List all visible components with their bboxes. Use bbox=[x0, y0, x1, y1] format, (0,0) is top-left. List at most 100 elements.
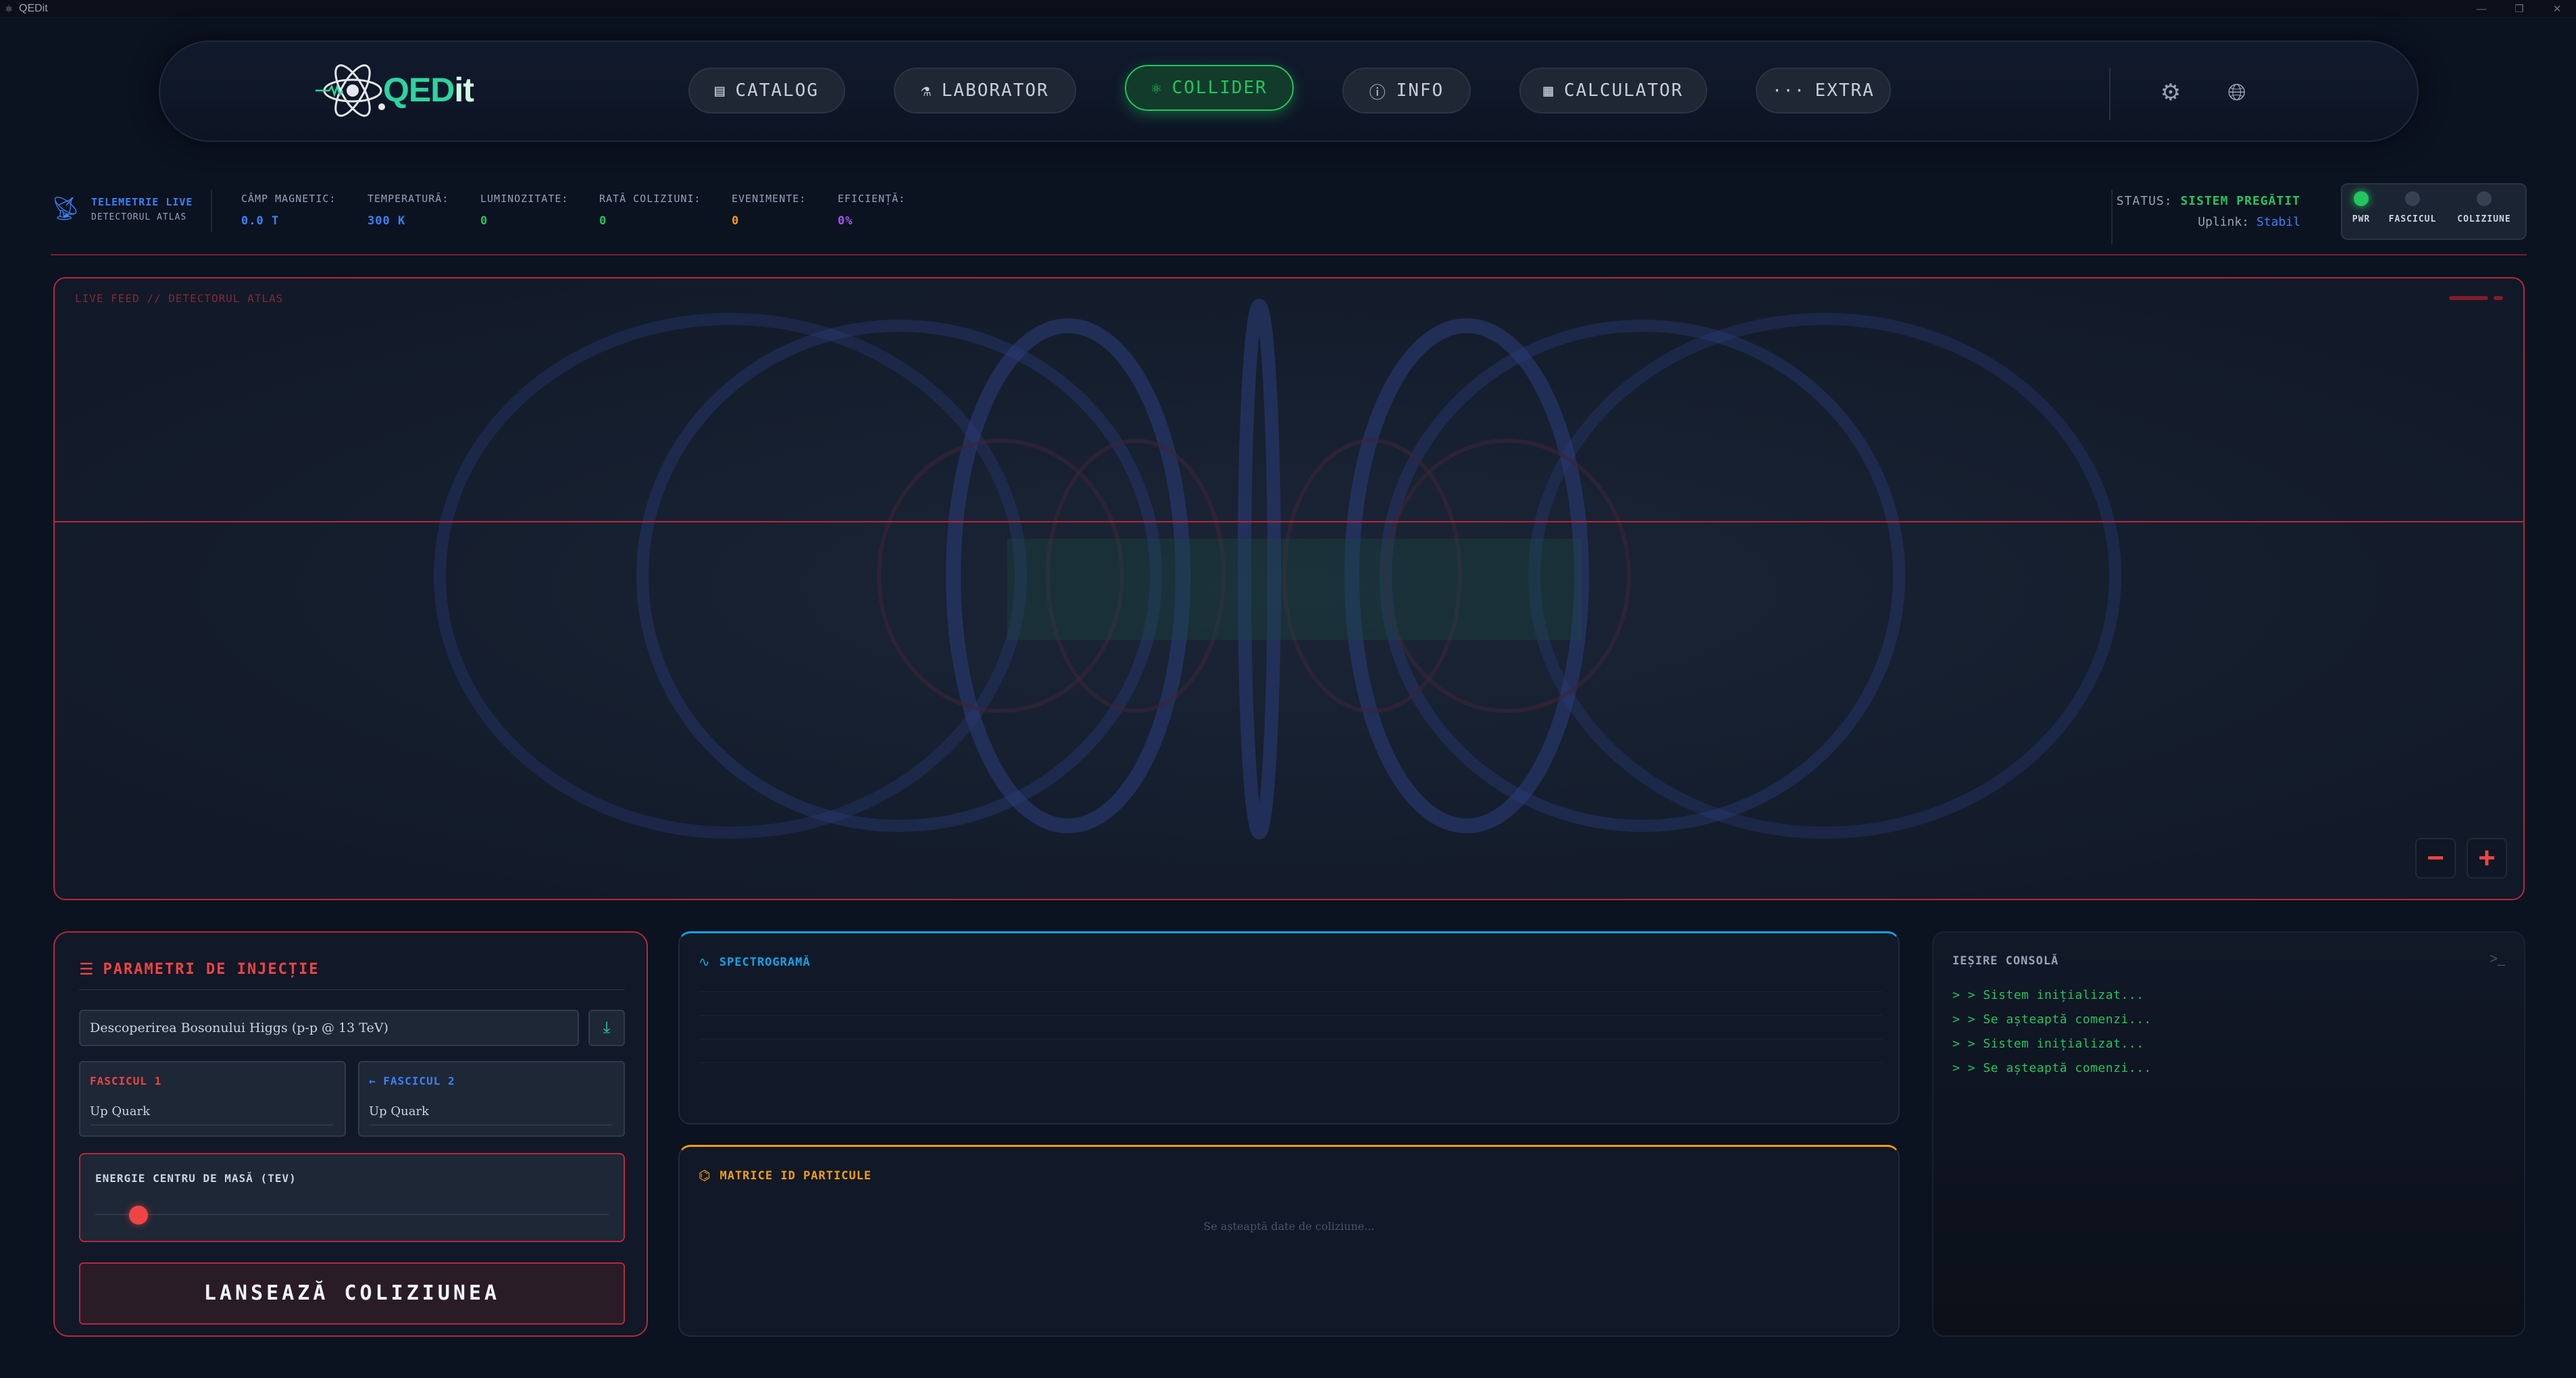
metric-value: 0.0 T bbox=[241, 214, 280, 228]
metric-collision-rate: RATĂ COLIZIUNI: 0 bbox=[599, 193, 701, 228]
panel-title: SPECTROGRAMĂ bbox=[719, 955, 811, 969]
beam2-value: Up Quark bbox=[369, 1104, 430, 1118]
feed-signal-bar bbox=[2449, 296, 2503, 300]
energy-slider-box: ENERGIE CENTRU DE MASĂ (TEV) bbox=[79, 1153, 625, 1242]
zoom-out-button[interactable]: − bbox=[2415, 838, 2456, 879]
led-label: PWR bbox=[2352, 214, 2371, 224]
panel-title: PARAMETRI DE INJECȚIE bbox=[103, 961, 320, 978]
window-title: QEDit bbox=[19, 2, 48, 14]
status-leds: PWR FASCICUL COLIZIUNE bbox=[2341, 183, 2527, 240]
top-navigation: QEDit ▤ CATALOG ⚗ LABORATOR ⚛ COLLIDER ⓘ… bbox=[159, 41, 2419, 142]
metric-label: TEMPERATURĂ: bbox=[368, 193, 449, 205]
panel-title: IEȘIRE CONSOLĂ bbox=[1952, 954, 2059, 968]
telemetry-rule bbox=[51, 254, 2527, 255]
window-controls: — ❐ ✕ bbox=[2463, 0, 2576, 18]
app-logo[interactable]: QEDit bbox=[315, 57, 478, 124]
status-value: SISTEM PREGĂTIT bbox=[2180, 194, 2300, 208]
telemetry-bar: 📡︎ TELEMETRIE LIVE DETECTORUL ATLAS CÂMP… bbox=[51, 183, 2527, 260]
injection-parameters-panel: ☰ PARAMETRI DE INJECȚIE Descoperirea Bos… bbox=[53, 931, 648, 1337]
metric-events: EVENIMENTE: 0 bbox=[732, 193, 806, 228]
energy-slider-handle[interactable] bbox=[129, 1206, 148, 1225]
metric-label: EVENIMENTE: bbox=[732, 193, 807, 205]
metric-value: 0 bbox=[599, 214, 607, 228]
led-collision: COLIZIUNE bbox=[2457, 191, 2511, 224]
led-indicator bbox=[2354, 191, 2369, 206]
waveform-icon: ∿ bbox=[699, 955, 710, 970]
uplink-label: Uplink: bbox=[2198, 215, 2250, 229]
panel-title: MATRICE ID PARTICULE bbox=[719, 1168, 872, 1183]
energy-label: ENERGIE CENTRU DE MASĂ (TEV) bbox=[95, 1172, 297, 1185]
metric-label: EFICIENȚĂ: bbox=[838, 193, 906, 205]
close-button[interactable]: ✕ bbox=[2538, 0, 2576, 18]
microscope-icon: ⚗ bbox=[921, 81, 932, 100]
metric-value: 0 bbox=[480, 214, 488, 228]
console-line: > > Sistem inițializat... bbox=[1952, 988, 2144, 1002]
globe-icon: 🌐︎ bbox=[2227, 79, 2246, 105]
nav-info[interactable]: ⓘ INFO bbox=[1342, 68, 1471, 114]
telemetry-header: 📡︎ TELEMETRIE LIVE DETECTORUL ATLAS bbox=[51, 194, 193, 224]
nav-catalog-label: CATALOG bbox=[735, 80, 819, 101]
led-indicator bbox=[2477, 191, 2492, 206]
nav-calculator[interactable]: ▦ CALCULATOR bbox=[1519, 68, 1707, 114]
maximize-button[interactable]: ❐ bbox=[2500, 0, 2538, 18]
matrix-icon: ⌬ bbox=[699, 1168, 711, 1183]
preset-select[interactable]: Descoperirea Bosonului Higgs (p-p @ 13 T… bbox=[79, 1010, 579, 1046]
terminal-icon: >_ bbox=[2490, 952, 2505, 966]
spectrogram-grid bbox=[699, 991, 1882, 1086]
language-button[interactable]: 🌐︎ bbox=[2217, 72, 2257, 113]
brand-name: QEDit bbox=[383, 70, 474, 109]
beam2-label: FASCICUL 2 bbox=[383, 1075, 455, 1087]
beam1-label: FASCICUL 1 bbox=[90, 1075, 162, 1087]
metric-label: CÂMP MAGNETIC: bbox=[241, 193, 336, 205]
nav-extra[interactable]: ··· EXTRA bbox=[1756, 68, 1891, 114]
nav-catalog[interactable]: ▤ CATALOG bbox=[688, 68, 845, 114]
metric-value: 0 bbox=[732, 214, 740, 228]
divider bbox=[79, 989, 625, 990]
console-output: > > Sistem inițializat... > > Se așteapt… bbox=[1952, 988, 2152, 1085]
gear-icon: ⚙ bbox=[2160, 80, 2181, 105]
nav-extra-label: EXTRA bbox=[1815, 80, 1875, 101]
sliders-icon: ☰ bbox=[79, 960, 94, 979]
nav-laborator[interactable]: ⚗ LABORATOR bbox=[894, 68, 1076, 114]
uplink-value: Stabil bbox=[2256, 215, 2300, 229]
telemetry-subtitle: DETECTORUL ATLAS bbox=[91, 212, 187, 222]
app-icon: ⚛ bbox=[4, 3, 14, 14]
info-icon: ⓘ bbox=[1369, 82, 1387, 102]
atom-logo-icon bbox=[315, 64, 385, 117]
nav-collider[interactable]: ⚛ COLLIDER bbox=[1125, 65, 1294, 111]
metric-efficiency: EFICIENȚĂ: 0% bbox=[838, 193, 905, 228]
spectrogram-panel: ∿ SPECTROGRAMĂ bbox=[678, 931, 1900, 1125]
metric-label: RATĂ COLIZIUNI: bbox=[599, 193, 701, 205]
status-label: STATUS: bbox=[2116, 194, 2173, 208]
load-preset-button[interactable]: ⤓ bbox=[588, 1010, 625, 1046]
download-icon: ⤓ bbox=[603, 1018, 611, 1037]
console-panel: IEȘIRE CONSOLĂ >_ > > Sistem inițializat… bbox=[1932, 931, 2525, 1337]
metric-value: 0% bbox=[838, 214, 853, 228]
particle-matrix-panel: ⌬ MATRICE ID PARTICULE Se așteaptă date … bbox=[678, 1145, 1900, 1337]
energy-slider-track[interactable] bbox=[95, 1214, 609, 1215]
calculator-icon: ▦ bbox=[1543, 81, 1555, 100]
nav-laborator-label: LABORATOR bbox=[941, 80, 1049, 101]
metric-value: 300 K bbox=[368, 214, 406, 228]
window-titlebar: ⚛ QEDit — ❐ ✕ bbox=[0, 0, 2576, 18]
system-status: STATUS: SISTEM PREGĂTIT Uplink: Stabil bbox=[2057, 194, 2300, 229]
signal-icon: 📡︎ bbox=[51, 195, 80, 222]
beam1-value: Up Quark bbox=[90, 1104, 151, 1118]
nav-collider-label: COLLIDER bbox=[1171, 78, 1267, 98]
minimize-button[interactable]: — bbox=[2463, 0, 2500, 18]
settings-button[interactable]: ⚙ bbox=[2150, 72, 2191, 113]
beam2-select[interactable]: ← FASCICUL 2 Up Quark bbox=[358, 1061, 625, 1137]
led-power: PWR bbox=[2334, 191, 2388, 224]
detector-viewport[interactable]: LIVE FEED // DETECTORUL ATLAS − + bbox=[53, 277, 2525, 900]
nav-calculator-label: CALCULATOR bbox=[1563, 80, 1684, 101]
led-label: COLIZIUNE bbox=[2457, 214, 2511, 224]
led-beam: FASCICUL bbox=[2385, 191, 2440, 224]
telemetry-title: TELEMETRIE LIVE bbox=[91, 195, 193, 208]
metric-luminosity: LUMINOZITATE: 0 bbox=[480, 193, 568, 228]
console-line: > > Sistem inițializat... bbox=[1952, 1037, 2144, 1051]
console-line: > > Se așteaptă comenzi... bbox=[1952, 1061, 2152, 1075]
beam1-select[interactable]: FASCICUL 1 Up Quark bbox=[79, 1061, 346, 1137]
launch-collision-button[interactable]: LANSEAZĂ COLIZIUNEA bbox=[79, 1262, 625, 1325]
telemetry-divider bbox=[211, 190, 212, 232]
zoom-in-button[interactable]: + bbox=[2467, 838, 2507, 879]
